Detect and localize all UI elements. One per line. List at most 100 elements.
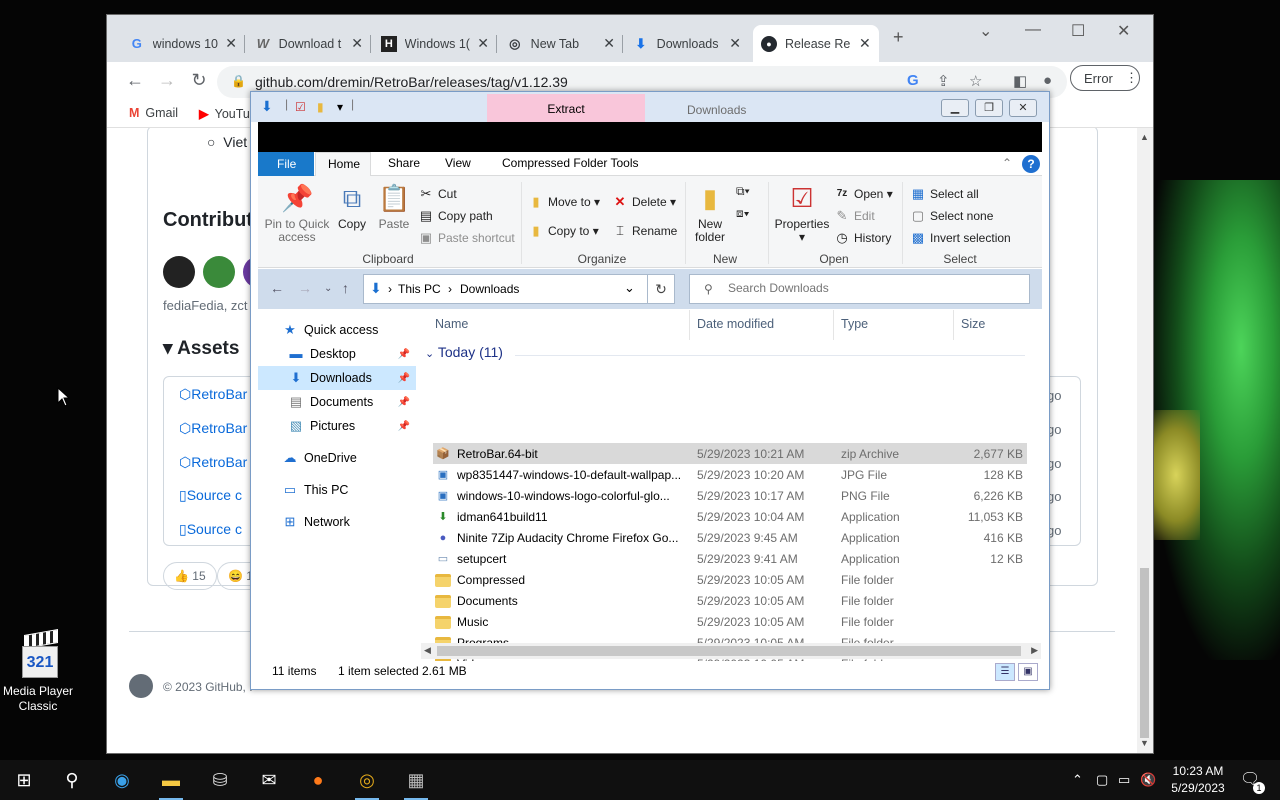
- new-folder-button[interactable]: ▮ New folder: [690, 182, 730, 244]
- tab-windows[interactable]: H Windows 1( ✕: [373, 25, 497, 62]
- select-all-button[interactable]: ▦ Select all: [910, 186, 979, 202]
- tab-close-icon[interactable]: ✕: [603, 35, 615, 52]
- side-panel-icon[interactable]: ◧: [1013, 72, 1027, 90]
- customize-qat-icon[interactable]: ▾: [337, 100, 343, 114]
- network-icon[interactable]: ▭: [1118, 772, 1130, 788]
- properties-qat-icon[interactable]: ☑: [295, 100, 306, 114]
- breadcrumb-downloads[interactable]: Downloads: [460, 282, 519, 296]
- tab-release[interactable]: ● Release Re ✕: [753, 25, 879, 62]
- column-name[interactable]: Name: [435, 317, 468, 331]
- scroll-thumb[interactable]: [437, 646, 1021, 656]
- delete-button[interactable]: ✕ Delete ▾: [612, 194, 677, 210]
- star-icon[interactable]: ☆: [969, 72, 982, 90]
- group-header-today[interactable]: ⌄ Today (11): [425, 344, 503, 360]
- tab-new-tab[interactable]: ◎ New Tab ✕: [499, 25, 623, 62]
- minimize-icon[interactable]: ▁: [941, 99, 969, 117]
- select-none-button[interactable]: ▢ Select none: [910, 208, 994, 224]
- bookmark-youtube[interactable]: ▶ YouTu: [199, 106, 250, 122]
- pin-quick-access-button[interactable]: 📌 Pin to Quick access: [264, 182, 330, 244]
- large-icons-view-icon[interactable]: ▣: [1018, 663, 1038, 681]
- tab-close-icon[interactable]: ✕: [477, 35, 489, 52]
- quick-access-down-icon[interactable]: ⬇: [261, 98, 273, 115]
- file-row[interactable]: 📦 RetroBar.64-bit 5/29/2023 10:21 AM zip Ar…: [433, 443, 1027, 464]
- avatar[interactable]: [203, 256, 235, 288]
- rename-button[interactable]: ⌶ Rename: [612, 223, 677, 239]
- tab-compressed-folder-tools[interactable]: Compressed Folder Tools: [502, 156, 639, 170]
- address-breadcrumb[interactable]: ⬇ › This PC › Downloads ⌄: [363, 274, 668, 304]
- asset-link[interactable]: ⬡RetroBar: [179, 420, 247, 437]
- copy-to-button[interactable]: ▮ Copy to ▾: [528, 223, 598, 239]
- nav-quick-access[interactable]: ★ Quick access: [258, 318, 416, 342]
- page-scrollbar[interactable]: ▲ ▼: [1137, 128, 1153, 753]
- asset-link[interactable]: ⬡RetroBar: [179, 454, 247, 471]
- file-row[interactable]: ▣ wp8351447-windows-10-default-wallpap...…: [433, 464, 1027, 485]
- google-lens-icon[interactable]: G: [907, 72, 919, 89]
- forward-icon[interactable]: →: [298, 280, 312, 296]
- tray-app-icon[interactable]: ▢: [1096, 772, 1108, 788]
- tab-file[interactable]: File: [258, 152, 314, 176]
- file-row[interactable]: ● Ninite 7Zip Audacity Chrome Firefox Go.…: [433, 527, 1027, 548]
- asset-link[interactable]: ▯Source c: [179, 487, 242, 504]
- tab-home[interactable]: Home: [315, 152, 371, 177]
- horizontal-scrollbar[interactable]: ◀ ▶: [421, 643, 1041, 659]
- windows-start-icon[interactable]: ⊞: [0, 760, 48, 800]
- search-input[interactable]: [728, 281, 1018, 295]
- search-icon[interactable]: ⚲: [48, 760, 96, 800]
- store-icon[interactable]: ⛁: [196, 760, 244, 800]
- volume-muted-icon[interactable]: 🔇: [1140, 772, 1156, 788]
- bookmark-gmail[interactable]: M Gmail: [129, 106, 178, 120]
- nav-documents[interactable]: ▤ Documents 📌: [258, 390, 416, 414]
- forward-icon[interactable]: →: [155, 70, 179, 91]
- paste-shortcut-button[interactable]: ▣ Paste shortcut: [418, 230, 515, 246]
- tab-close-icon[interactable]: ✕: [225, 35, 237, 52]
- move-to-button[interactable]: ▮ Move to ▾: [528, 194, 600, 210]
- history-button[interactable]: ◷ History: [834, 230, 891, 246]
- scroll-thumb[interactable]: [1140, 568, 1149, 738]
- maximize-icon[interactable]: ☐: [1071, 21, 1085, 41]
- tab-close-icon[interactable]: ✕: [351, 35, 363, 52]
- close-icon[interactable]: ✕: [1009, 99, 1037, 117]
- control-panel-icon[interactable]: ▦: [392, 760, 440, 800]
- error-button[interactable]: Error ⋮: [1070, 65, 1140, 91]
- new-tab-icon[interactable]: +: [893, 27, 904, 48]
- copy-path-button[interactable]: ▤ Copy path: [418, 208, 493, 224]
- back-icon[interactable]: ←: [270, 280, 284, 296]
- nav-network[interactable]: ⊞ Network: [258, 510, 416, 534]
- open-button[interactable]: 7z Open ▾: [834, 186, 893, 202]
- tab-share[interactable]: Share: [388, 156, 420, 170]
- column-size[interactable]: Size: [961, 317, 985, 331]
- file-explorer-icon[interactable]: ▬: [147, 760, 195, 800]
- tab-google-search[interactable]: G windows 10 ✕: [121, 25, 245, 62]
- up-icon[interactable]: ↑: [342, 280, 349, 296]
- firefox-icon[interactable]: ●: [294, 760, 342, 800]
- edit-button[interactable]: ✎ Edit: [834, 208, 875, 224]
- new-folder-qat-icon[interactable]: ▮: [317, 100, 324, 114]
- mail-icon[interactable]: ✉: [245, 760, 293, 800]
- recent-locations-icon[interactable]: ⌄: [324, 283, 332, 294]
- file-row[interactable]: ▣ windows-10-windows-logo-colorful-glo...…: [433, 485, 1027, 506]
- column-date-modified[interactable]: Date modified: [697, 317, 774, 331]
- copy-button[interactable]: ⧉ Copy: [332, 182, 372, 231]
- refresh-icon[interactable]: ↻: [647, 274, 675, 304]
- tab-search-icon[interactable]: ⌄: [979, 21, 992, 41]
- tab-close-icon[interactable]: ✕: [859, 35, 871, 52]
- nav-downloads[interactable]: ⬇ Downloads 📌: [258, 366, 416, 390]
- desktop-icon-media-player-classic[interactable]: 321 Media Player Classic: [2, 629, 74, 714]
- asset-link[interactable]: ⬡RetroBar: [179, 386, 247, 403]
- avatar[interactable]: [163, 256, 195, 288]
- address-dropdown-icon[interactable]: ⌄: [624, 280, 635, 296]
- back-icon[interactable]: ←: [123, 70, 147, 91]
- tab-view[interactable]: View: [445, 156, 471, 170]
- explorer-title-bar[interactable]: ⬇ | ☑ ▮ ▾ | Extract Downloads ▁ ❐ ✕: [251, 92, 1049, 122]
- reaction-thumbs-up[interactable]: 👍 15: [163, 562, 217, 590]
- column-type[interactable]: Type: [841, 317, 868, 331]
- close-icon[interactable]: ✕: [1117, 21, 1130, 41]
- tab-close-icon[interactable]: ✕: [729, 35, 741, 52]
- file-row[interactable]: Documents 5/29/2023 10:05 AM File folder: [433, 590, 1027, 611]
- nav-this-pc[interactable]: ▭ This PC: [258, 478, 416, 502]
- paste-button[interactable]: 📋 Paste: [374, 182, 414, 231]
- file-row[interactable]: ▭ setupcert 5/29/2023 9:41 AM Application 12…: [433, 548, 1027, 569]
- breadcrumb-this-pc[interactable]: This PC: [398, 282, 441, 296]
- extract-tab[interactable]: Extract: [487, 94, 645, 122]
- file-row[interactable]: ⬇ idman641build11 5/29/2023 10:04 AM Applic…: [433, 506, 1027, 527]
